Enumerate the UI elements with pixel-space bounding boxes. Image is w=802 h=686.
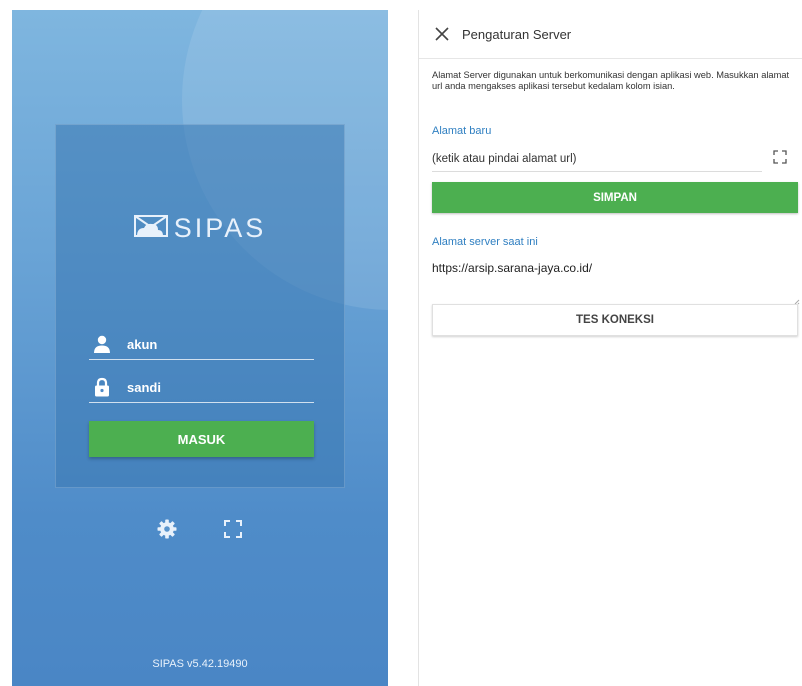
brand-text: SIPAS: [173, 213, 267, 243]
new-address-input[interactable]: [432, 147, 762, 172]
lock-icon: [89, 376, 115, 398]
envelope-cloud-logo: [133, 214, 168, 243]
scan-icon[interactable]: [222, 518, 244, 540]
login-card: SIPAS akun sandi MASUK: [55, 124, 345, 488]
app-brand: SIPAS: [56, 213, 344, 244]
settings-header: Pengaturan Server: [419, 10, 802, 59]
username-field[interactable]: akun: [89, 329, 314, 360]
current-address-label: Alamat server saat ini: [432, 236, 538, 248]
new-address-label: Alamat baru: [432, 125, 492, 137]
password-placeholder: sandi: [127, 379, 161, 395]
save-button[interactable]: SIMPAN: [432, 182, 798, 213]
scan-icon[interactable]: [771, 148, 789, 166]
login-screen: SIPAS akun sandi MASUK SIPAS v5.42.19490: [12, 10, 388, 686]
current-address-value: https://arsip.sarana-jaya.co.id/: [432, 261, 593, 275]
user-icon: [89, 333, 115, 355]
resize-handle-icon[interactable]: [792, 292, 800, 305]
settings-description: Alamat Server digunakan untuk berkomunik…: [432, 70, 790, 91]
app-version: SIPAS v5.42.19490: [152, 658, 248, 670]
username-placeholder: akun: [127, 336, 158, 352]
gear-icon[interactable]: [156, 518, 178, 540]
login-tools: [12, 518, 388, 540]
password-field[interactable]: sandi: [89, 372, 314, 403]
login-button[interactable]: MASUK: [89, 421, 314, 457]
settings-title: Pengaturan Server: [462, 26, 572, 42]
close-icon[interactable]: [432, 24, 452, 44]
test-connection-button[interactable]: TES KONEKSI: [432, 304, 798, 336]
server-settings-panel: Pengaturan Server Alamat Server digunaka…: [419, 10, 802, 686]
